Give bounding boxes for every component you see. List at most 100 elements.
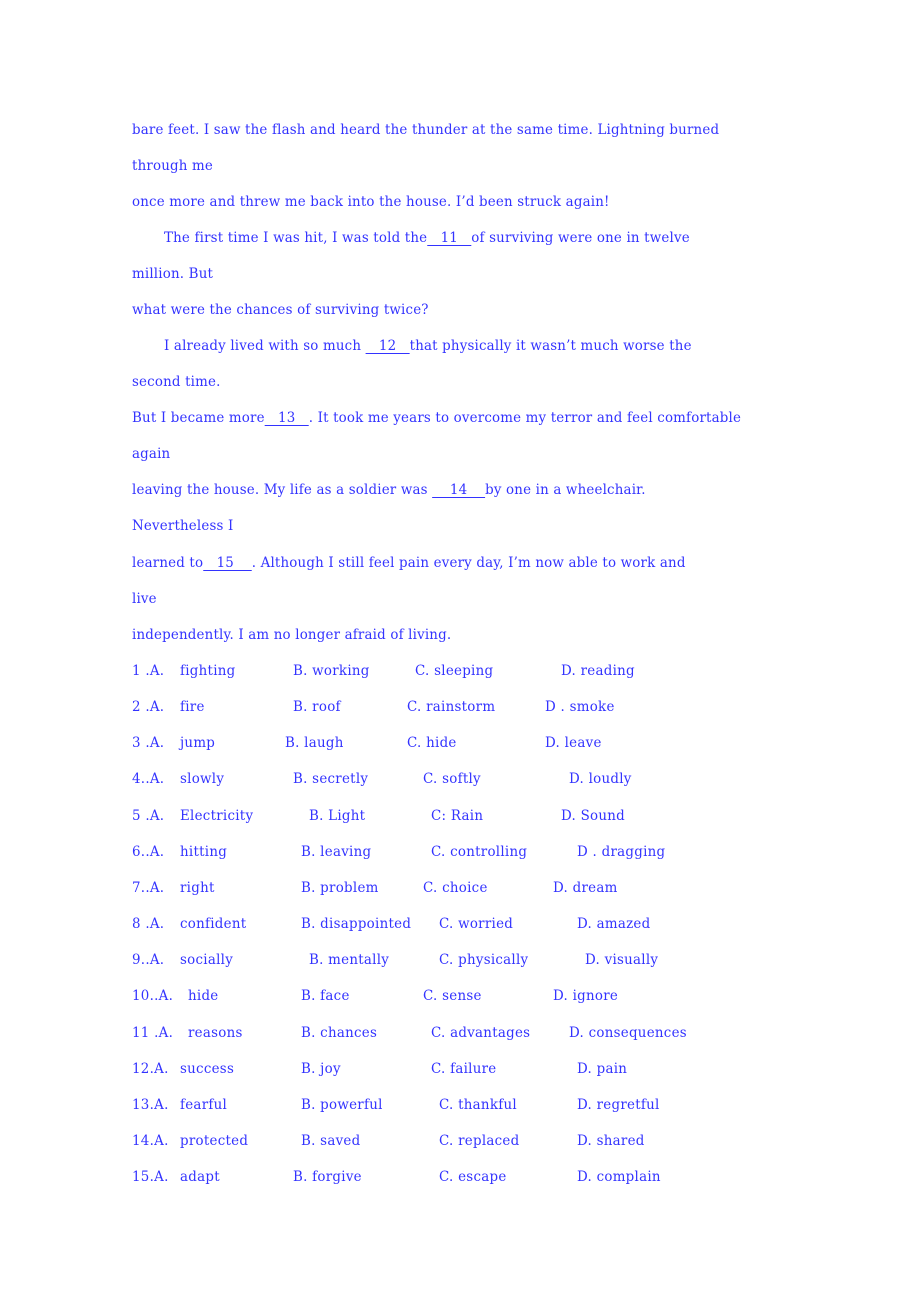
passage-line: once more and threw me back into the hou… xyxy=(132,194,610,210)
question-number: 7..A. xyxy=(132,880,165,896)
option-c: C. physically xyxy=(439,952,529,968)
passage-line: what were the chances of surviving twice… xyxy=(132,302,429,318)
option-c: C. rainstorm xyxy=(407,699,496,715)
option-d: D. amazed xyxy=(577,916,651,932)
option-a: hitting xyxy=(180,844,228,860)
option-c: C. worried xyxy=(439,916,514,932)
passage-line: independently. I am no longer afraid of … xyxy=(132,627,452,643)
question-number: 6..A. xyxy=(132,844,165,860)
option-b: B. secretly xyxy=(293,771,369,787)
question-number: 3 .A. xyxy=(132,735,165,751)
option-c: C. choice xyxy=(423,880,488,896)
question-number: 2 .A. xyxy=(132,699,165,715)
line-text: I already lived with so much xyxy=(164,338,366,354)
option-b: B. leaving xyxy=(301,844,372,860)
option-a: fire xyxy=(180,699,205,715)
option-c: C. thankful xyxy=(439,1097,517,1113)
option-d: D. complain xyxy=(577,1169,661,1185)
question-number: 8 .A. xyxy=(132,916,165,932)
option-c: C. softly xyxy=(423,771,481,787)
option-b: B. powerful xyxy=(301,1097,383,1113)
passage-line: million. But xyxy=(132,266,214,282)
line-text: by one in a wheelchair. xyxy=(485,482,646,498)
question-number: 15.A. xyxy=(132,1169,169,1185)
option-a: socially xyxy=(180,952,234,968)
option-c: C. sense xyxy=(423,988,482,1004)
option-a: hide xyxy=(188,988,219,1004)
question-number: 12.A. xyxy=(132,1061,169,1077)
option-c: C. escape xyxy=(439,1169,507,1185)
passage-line: Nevertheless I xyxy=(132,518,234,534)
question-number: 13.A. xyxy=(132,1097,169,1113)
option-d: D. shared xyxy=(577,1133,645,1149)
passage-line: second time. xyxy=(132,374,221,390)
blank-number: 13 xyxy=(264,410,309,426)
option-b: B. saved xyxy=(301,1133,361,1149)
line-text: of surviving were one in twelve xyxy=(471,230,690,246)
passage-line: leaving the house. My life as a soldier … xyxy=(132,480,646,500)
line-text: The first time I was hit, I was told the xyxy=(164,230,428,246)
passage-line: But I became more 13 . It took me years … xyxy=(132,408,741,428)
option-d: D. Sound xyxy=(561,808,626,824)
blank-number: 15 xyxy=(203,555,252,571)
blank-number: 12 xyxy=(365,338,410,354)
question-number: 5 .A. xyxy=(132,808,165,824)
option-d: D. loudly xyxy=(569,771,632,787)
passage-line: live xyxy=(132,591,157,607)
option-a: right xyxy=(180,880,215,896)
option-c: C. replaced xyxy=(439,1133,520,1149)
option-b: B. roof xyxy=(293,699,341,715)
option-b: B. mentally xyxy=(309,952,390,968)
option-a: protected xyxy=(180,1133,249,1149)
option-b: B. joy xyxy=(301,1061,341,1077)
blank-number: 11 xyxy=(427,230,472,246)
option-c: C. sleeping xyxy=(415,663,494,679)
line-text: . Although I still feel pain every day, … xyxy=(251,555,686,571)
passage-line: I already lived with so much 12 that phy… xyxy=(164,336,692,356)
option-a: confident xyxy=(180,916,247,932)
option-a: reasons xyxy=(188,1025,243,1041)
line-text: learned to xyxy=(132,555,204,571)
option-b: B. chances xyxy=(301,1025,378,1041)
option-b: B. Light xyxy=(309,808,366,824)
option-b: B. forgive xyxy=(293,1169,362,1185)
option-a: fearful xyxy=(180,1097,228,1113)
question-number: 4..A. xyxy=(132,771,165,787)
option-a: jump xyxy=(180,735,216,751)
option-c: C. controlling xyxy=(431,844,528,860)
question-number: 11 .A. xyxy=(132,1025,174,1041)
option-d: D . dragging xyxy=(577,844,666,860)
option-a: Electricity xyxy=(180,808,254,824)
option-c: C. hide xyxy=(407,735,457,751)
question-number: 14.A. xyxy=(132,1133,169,1149)
line-text: leaving the house. My life as a soldier … xyxy=(132,482,433,498)
option-b: B. problem xyxy=(301,880,379,896)
option-c: C. advantages xyxy=(431,1025,531,1041)
option-d: D. consequences xyxy=(569,1025,687,1041)
option-c: C: Rain xyxy=(431,808,484,824)
option-d: D. leave xyxy=(545,735,602,751)
option-d: D. regretful xyxy=(577,1097,660,1113)
option-b: B. face xyxy=(301,988,350,1004)
question-number: 9..A. xyxy=(132,952,165,968)
passage-line: again xyxy=(132,446,171,462)
option-d: D. reading xyxy=(561,663,635,679)
option-d: D. dream xyxy=(553,880,618,896)
question-number: 10..A. xyxy=(132,988,174,1004)
passage-line: through me xyxy=(132,158,213,174)
line-text: . It took me years to overcome my terror… xyxy=(308,410,742,426)
line-text: that physically it wasn’t much worse the xyxy=(409,338,692,354)
option-d: D. visually xyxy=(585,952,659,968)
option-d: D. ignore xyxy=(553,988,619,1004)
document-page: bare feet. I saw the flash and heard the… xyxy=(0,0,920,1302)
question-number: 1 .A. xyxy=(132,663,165,679)
option-d: D. pain xyxy=(577,1061,628,1077)
option-b: B. disappointed xyxy=(301,916,412,932)
passage-line: learned to 15 . Although I still feel pa… xyxy=(132,553,686,573)
line-text: But I became more xyxy=(132,410,265,426)
option-b: B. working xyxy=(293,663,370,679)
blank-number: 14 xyxy=(432,482,486,498)
option-c: C. failure xyxy=(431,1061,497,1077)
option-a: fighting xyxy=(180,663,236,679)
option-b: B. laugh xyxy=(285,735,344,751)
